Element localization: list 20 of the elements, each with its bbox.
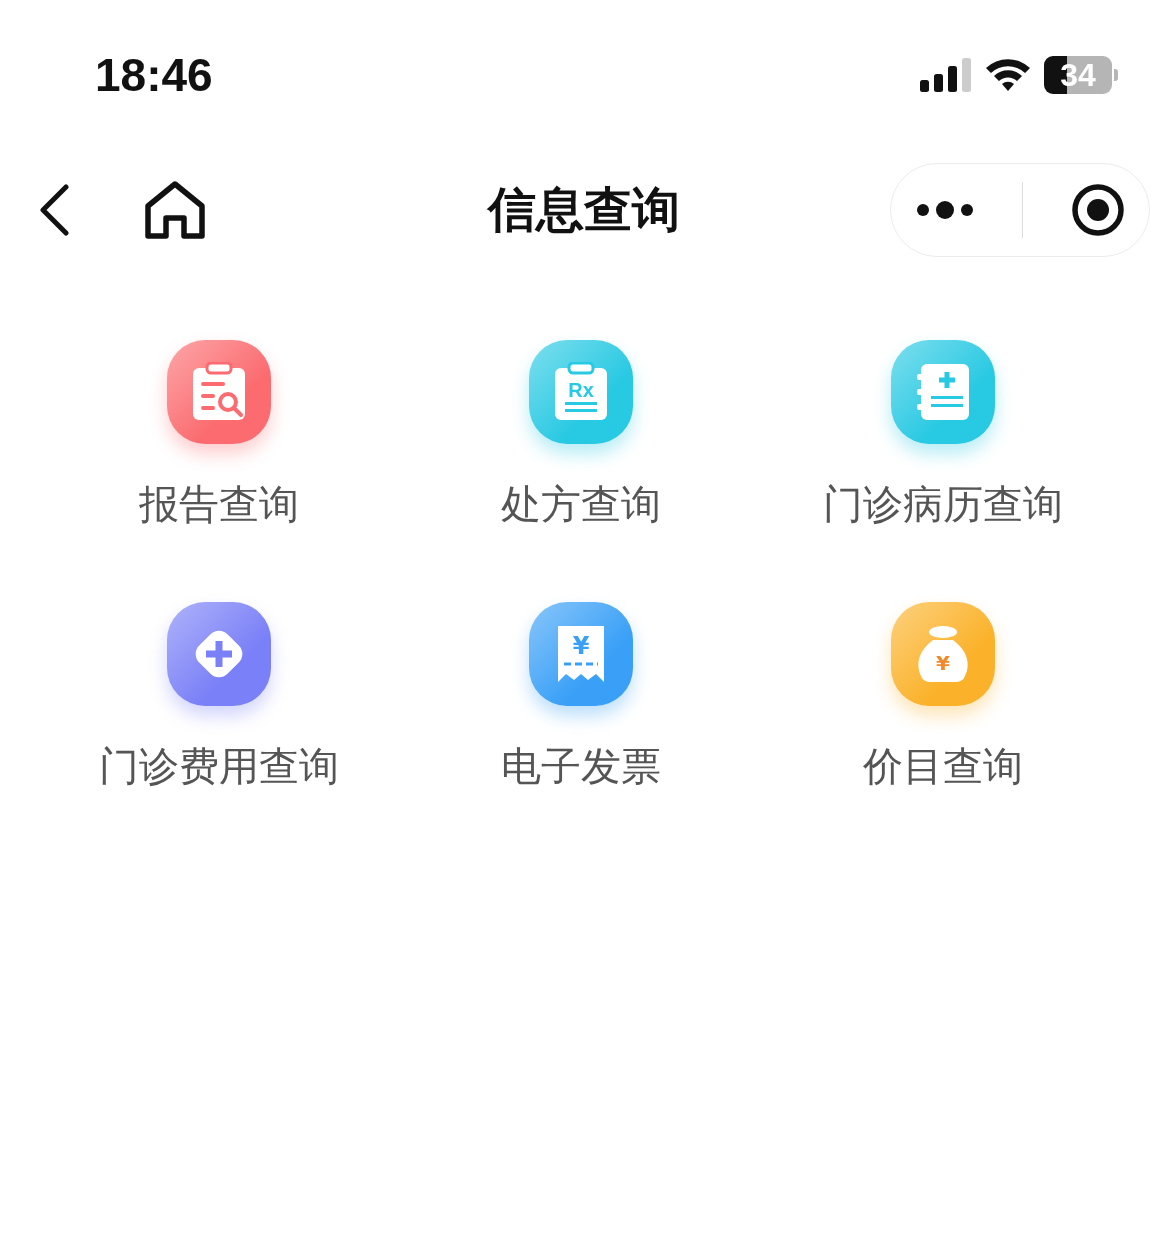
- menu-label[interactable]: 电子发票: [501, 740, 661, 792]
- clipboard-search-icon: [191, 362, 247, 422]
- back-icon[interactable]: [38, 184, 70, 236]
- menu-label[interactable]: 门诊病历查询: [823, 478, 1063, 530]
- close-icon[interactable]: [1071, 183, 1126, 237]
- menu-label[interactable]: 处方查询: [501, 478, 661, 530]
- more-icon[interactable]: [914, 200, 975, 220]
- signal-icon: [920, 58, 972, 92]
- menu-tile[interactable]: [167, 602, 271, 706]
- menu-tile[interactable]: [167, 340, 271, 444]
- menu-label[interactable]: 价目查询: [863, 740, 1023, 792]
- wifi-icon: [984, 58, 1032, 92]
- page-title: 信息查询: [486, 180, 681, 239]
- menu-label[interactable]: 门诊费用查询: [99, 740, 339, 792]
- home-icon[interactable]: [144, 180, 206, 240]
- notebook-icon: [915, 362, 971, 422]
- status-time: 18:46: [95, 48, 213, 102]
- receipt-icon: ¥: [556, 624, 606, 684]
- menu-label[interactable]: 报告查询: [139, 478, 299, 530]
- menu-tile[interactable]: [891, 340, 995, 444]
